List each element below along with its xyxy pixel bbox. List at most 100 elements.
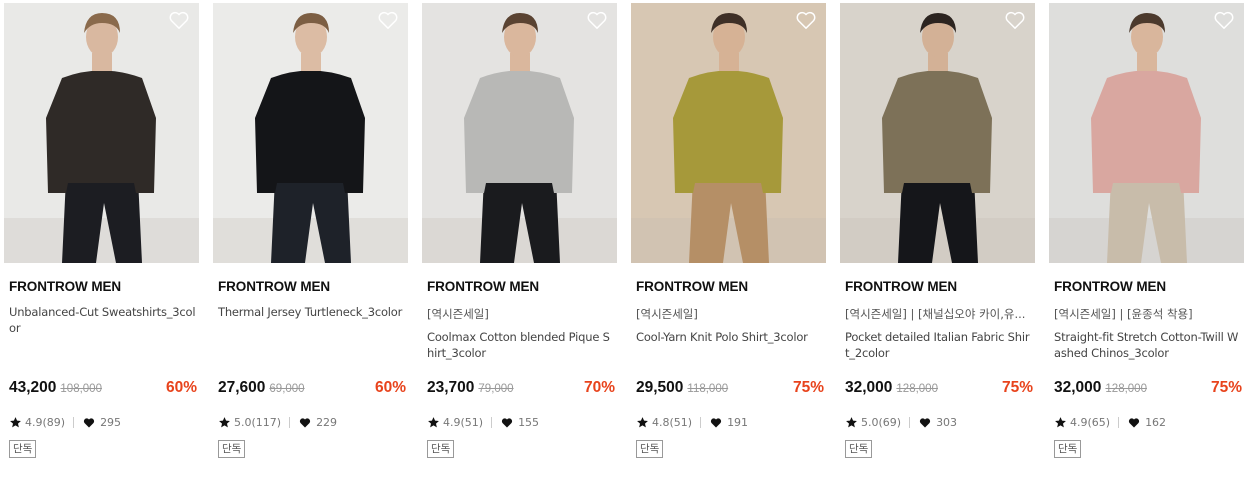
product-image[interactable]	[631, 3, 826, 263]
heart-filled-icon	[83, 418, 95, 428]
product-card[interactable]: FRONTROW MEN Unbalanced-Cut Sweatshirts_…	[4, 3, 199, 463]
star-icon	[428, 417, 439, 428]
wishlist-heart-icon[interactable]	[1004, 10, 1026, 30]
like-count: 303	[936, 416, 958, 429]
sale-price: 29,500	[636, 379, 684, 396]
exclusive-badge: 단독	[845, 440, 873, 458]
wishlist-heart-icon[interactable]	[377, 10, 399, 30]
rating-value: 4.9(51)	[443, 416, 484, 429]
product-name[interactable]: Unbalanced-Cut Sweatshirts_3color	[9, 304, 197, 336]
brand-name[interactable]: FRONTROW MEN	[636, 279, 748, 294]
product-image[interactable]	[422, 3, 617, 263]
like-count: 229	[316, 416, 338, 429]
product-name[interactable]: Straight-fit Stretch Cotton-Twill Washed…	[1054, 329, 1242, 361]
divider	[700, 417, 702, 428]
product-card[interactable]: FRONTROW MEN [역시즌세일] | [채널십오야 카이,유... Po…	[840, 3, 1035, 463]
sale-price: 27,600	[218, 379, 266, 396]
heart-filled-icon	[710, 418, 722, 428]
divider	[491, 417, 493, 428]
product-name[interactable]: Pocket detailed Italian Fabric Shirt_2co…	[845, 329, 1033, 361]
brand-name[interactable]: FRONTROW MEN	[427, 279, 539, 294]
product-photo	[422, 3, 617, 263]
discount-rate: 60%	[374, 379, 406, 396]
star-icon	[10, 417, 21, 428]
rating-value: 4.9(89)	[25, 416, 66, 429]
product-image[interactable]	[840, 3, 1035, 263]
review-meta: 4.9(65) 162	[1054, 415, 1242, 431]
discount-rate: 60%	[165, 379, 197, 396]
original-price: 79,000	[478, 383, 514, 395]
divider	[73, 417, 75, 428]
sale-price: 23,700	[427, 379, 475, 396]
review-meta: 4.9(51) 155	[427, 415, 615, 431]
sale-price: 32,000	[1054, 379, 1102, 396]
exclusive-badge: 단독	[9, 440, 37, 458]
product-image[interactable]	[213, 3, 408, 263]
brand-name[interactable]: FRONTROW MEN	[218, 279, 330, 294]
product-name[interactable]: Cool-Yarn Knit Polo Shirt_3color	[636, 329, 824, 345]
like-count: 162	[1145, 416, 1167, 429]
brand-name[interactable]: FRONTROW MEN	[9, 279, 121, 294]
sale-price: 32,000	[845, 379, 893, 396]
heart-filled-icon	[919, 418, 931, 428]
promo-tags: [역시즌세일]	[636, 307, 698, 321]
discount-rate: 70%	[583, 379, 615, 396]
sale-price: 43,200	[9, 379, 57, 396]
heart-filled-icon	[299, 418, 311, 428]
exclusive-badge: 단독	[218, 440, 246, 458]
rating-value: 4.8(51)	[652, 416, 693, 429]
product-photo	[213, 3, 408, 263]
star-icon	[637, 417, 648, 428]
star-icon	[846, 417, 857, 428]
star-icon	[219, 417, 230, 428]
brand-name[interactable]: FRONTROW MEN	[845, 279, 957, 294]
product-card[interactable]: FRONTROW MEN [역시즌세일] | [윤종석 착용] Straight…	[1049, 3, 1244, 463]
discount-rate: 75%	[792, 379, 824, 396]
original-price: 108,000	[60, 383, 102, 395]
promo-tags: [역시즌세일] | [윤종석 착용]	[1054, 307, 1193, 321]
product-image[interactable]	[1049, 3, 1244, 263]
like-count: 191	[727, 416, 749, 429]
original-price: 128,000	[1105, 383, 1147, 395]
discount-rate: 75%	[1210, 379, 1242, 396]
price-row: 23,700 79,000 70%	[427, 379, 615, 399]
heart-filled-icon	[1128, 418, 1140, 428]
price-row: 43,200 108,000 60%	[9, 379, 197, 399]
exclusive-badge: 단독	[1054, 440, 1082, 458]
wishlist-heart-icon[interactable]	[1213, 10, 1235, 30]
product-image[interactable]	[4, 3, 199, 263]
divider	[289, 417, 291, 428]
price-row: 32,000 128,000 75%	[1054, 379, 1242, 399]
product-card[interactable]: FRONTROW MEN Thermal Jersey Turtleneck_3…	[213, 3, 408, 463]
divider	[1118, 417, 1120, 428]
product-photo	[631, 3, 826, 263]
wishlist-heart-icon[interactable]	[168, 10, 190, 30]
product-card[interactable]: FRONTROW MEN [역시즌세일] Coolmax Cotton blen…	[422, 3, 617, 463]
star-icon	[1055, 417, 1066, 428]
original-price: 69,000	[269, 383, 305, 395]
review-meta: 5.0(69) 303	[845, 415, 1033, 431]
product-grid: FRONTROW MEN Unbalanced-Cut Sweatshirts_…	[0, 0, 1246, 477]
review-meta: 5.0(117) 229	[218, 415, 406, 431]
wishlist-heart-icon[interactable]	[586, 10, 608, 30]
rating-value: 4.9(65)	[1070, 416, 1111, 429]
rating-value: 5.0(117)	[234, 416, 282, 429]
product-photo	[1049, 3, 1244, 263]
price-row: 32,000 128,000 75%	[845, 379, 1033, 399]
like-count: 155	[518, 416, 540, 429]
product-name[interactable]: Coolmax Cotton blended Pique Shirt_3colo…	[427, 329, 615, 361]
promo-tags: [역시즌세일]	[427, 307, 489, 321]
product-photo	[840, 3, 1035, 263]
divider	[909, 417, 911, 428]
like-count: 295	[100, 416, 122, 429]
heart-filled-icon	[501, 418, 513, 428]
review-meta: 4.8(51) 191	[636, 415, 824, 431]
product-name[interactable]: Thermal Jersey Turtleneck_3color	[218, 304, 406, 320]
price-row: 29,500 118,000 75%	[636, 379, 824, 399]
review-meta: 4.9(89) 295	[9, 415, 197, 431]
product-card[interactable]: FRONTROW MEN [역시즌세일] Cool-Yarn Knit Polo…	[631, 3, 826, 463]
wishlist-heart-icon[interactable]	[795, 10, 817, 30]
original-price: 118,000	[687, 383, 729, 395]
discount-rate: 75%	[1001, 379, 1033, 396]
brand-name[interactable]: FRONTROW MEN	[1054, 279, 1166, 294]
